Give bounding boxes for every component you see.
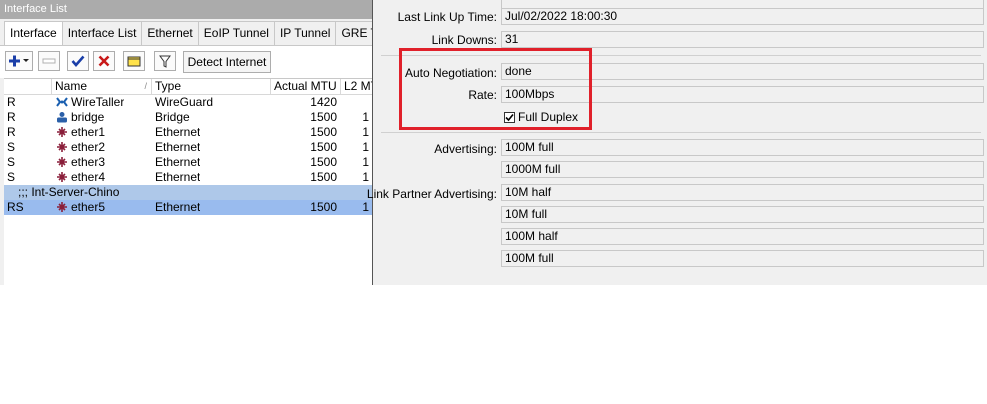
col-flags-header[interactable]	[4, 79, 52, 94]
row-name-cell: ether3	[56, 155, 105, 170]
table-row[interactable]: S ether4 Ethernet 1500 1	[4, 170, 372, 185]
row-mtu: 1420	[310, 95, 337, 109]
tab-ip-tunnel[interactable]: IP Tunnel	[273, 21, 337, 45]
ethernet-icon	[57, 172, 67, 182]
row-l2mtu: 1	[362, 125, 369, 139]
col-name-header[interactable]: Name /	[52, 79, 152, 94]
col-mtu-header[interactable]: Actual MTU	[271, 79, 341, 94]
last-link-up-field: Jul/02/2022 18:00:30	[501, 8, 984, 25]
ethernet-icon	[57, 157, 67, 167]
interface-table: Name / Type Actual MTU L2 MT R WireTalle…	[4, 78, 372, 285]
ethernet-icon	[57, 202, 67, 212]
row-flags: R	[7, 110, 16, 124]
partner-advertising-item[interactable]: 100M half	[501, 228, 984, 245]
table-header: Name / Type Actual MTU L2 MT	[4, 79, 372, 95]
row-flags: S	[7, 155, 16, 169]
disable-button[interactable]	[93, 51, 115, 71]
link-downs-label: Link Downs:	[431, 33, 497, 47]
row-name-cell: bridge	[56, 110, 104, 125]
filter-icon	[159, 55, 171, 68]
row-l2mtu: 1	[362, 155, 369, 169]
tab-gre-tunnel[interactable]: GRE Tun	[335, 21, 372, 45]
row-mtu: 1500	[310, 155, 337, 169]
cross-icon	[98, 55, 110, 67]
tab-interface-list[interactable]: Interface List	[61, 21, 143, 45]
row-flags: R	[7, 125, 16, 139]
row-mtu: 1500	[310, 125, 337, 139]
row-flags: S	[7, 140, 16, 154]
row-flags: RS	[7, 200, 24, 214]
remove-button[interactable]	[38, 51, 60, 71]
row-l2mtu: 1	[362, 140, 369, 154]
comment-row[interactable]: ;;; Int-Server-Chino	[4, 185, 372, 200]
table-row[interactable]: S ether2 Ethernet 1500 1	[4, 140, 372, 155]
sort-icon: /	[144, 81, 147, 91]
row-mtu: 1500	[310, 200, 337, 214]
table-row-selected[interactable]: RS ether5 Ethernet 1500 1	[4, 200, 372, 215]
bridge-icon	[57, 112, 67, 123]
tab-bar: Interface Interface List Ethernet EoIP T…	[4, 21, 372, 46]
table-row[interactable]: R WireTaller WireGuard 1420	[4, 95, 372, 110]
highlight-annotation-box	[399, 48, 592, 130]
filter-button[interactable]	[154, 51, 176, 71]
check-icon	[71, 55, 85, 67]
table-row[interactable]: S ether3 Ethernet 1500 1	[4, 155, 372, 170]
row-type: Ethernet	[155, 170, 201, 184]
row-flags: S	[7, 170, 16, 184]
enable-button[interactable]	[67, 51, 89, 71]
table-row[interactable]: R ether1 Ethernet 1500 1	[4, 125, 372, 140]
table-row[interactable]: R bridge Bridge 1500 1	[4, 110, 372, 125]
row-name-cell: ether1	[56, 125, 105, 140]
add-button[interactable]	[5, 51, 33, 71]
advertising-label: Advertising:	[434, 142, 497, 156]
row-l2mtu	[341, 95, 369, 110]
row-mtu: 1500	[310, 110, 337, 124]
row-name-cell: ether4	[56, 170, 105, 185]
row-name-cell: ether5	[56, 200, 105, 215]
wireguard-icon	[56, 97, 68, 107]
comment-text: ;;; Int-Server-Chino	[18, 185, 120, 199]
partner-advertising-item[interactable]: 10M half	[501, 184, 984, 201]
col-l2mtu-header[interactable]: L2 MT	[341, 79, 372, 94]
row-name-cell: WireTaller	[56, 95, 124, 110]
separator	[381, 132, 981, 133]
advertising-item[interactable]: 1000M full	[501, 161, 984, 178]
col-name-label: Name	[55, 79, 88, 93]
tab-ethernet[interactable]: Ethernet	[141, 21, 199, 45]
window-title: Interface List	[0, 0, 372, 19]
row-type: Ethernet	[155, 125, 201, 139]
note-icon	[127, 56, 141, 67]
row-name-cell: ether2	[56, 140, 105, 155]
link-partner-advertising-label: Link Partner Advertising:	[366, 187, 497, 201]
minus-icon	[42, 58, 56, 64]
last-link-up-label: Last Link Up Time:	[397, 10, 497, 24]
toolbar: Detect Internet	[0, 45, 372, 78]
ethernet-icon	[57, 127, 67, 137]
interface-list-window: Interface List Interface Interface List …	[0, 0, 372, 285]
row-l2mtu: 1	[362, 200, 369, 214]
advertising-item[interactable]: 100M full	[501, 139, 984, 156]
tab-eoip-tunnel[interactable]: EoIP Tunnel	[197, 21, 275, 45]
row-mtu: 1500	[310, 140, 337, 154]
row-l2mtu: 1	[362, 110, 369, 124]
row-type: WireGuard	[155, 95, 214, 109]
comment-button[interactable]	[123, 51, 145, 71]
detect-internet-button[interactable]: Detect Internet	[183, 51, 271, 73]
row-l2mtu: 1	[362, 170, 369, 184]
plus-icon	[9, 55, 29, 67]
row-type: Bridge	[155, 110, 190, 124]
interface-details-panel: Last Link Up Time: Jul/02/2022 18:00:30 …	[367, 0, 987, 285]
tab-interface[interactable]: Interface	[4, 21, 63, 46]
row-type: Ethernet	[155, 155, 201, 169]
row-type: Ethernet	[155, 140, 201, 154]
partner-advertising-item[interactable]: 100M full	[501, 250, 984, 267]
row-type: Ethernet	[155, 200, 201, 214]
col-type-header[interactable]: Type	[152, 79, 271, 94]
row-flags: R	[7, 95, 16, 109]
link-downs-field: 31	[501, 31, 984, 48]
ethernet-icon	[57, 142, 67, 152]
row-mtu: 1500	[310, 170, 337, 184]
partner-advertising-item[interactable]: 10M full	[501, 206, 984, 223]
